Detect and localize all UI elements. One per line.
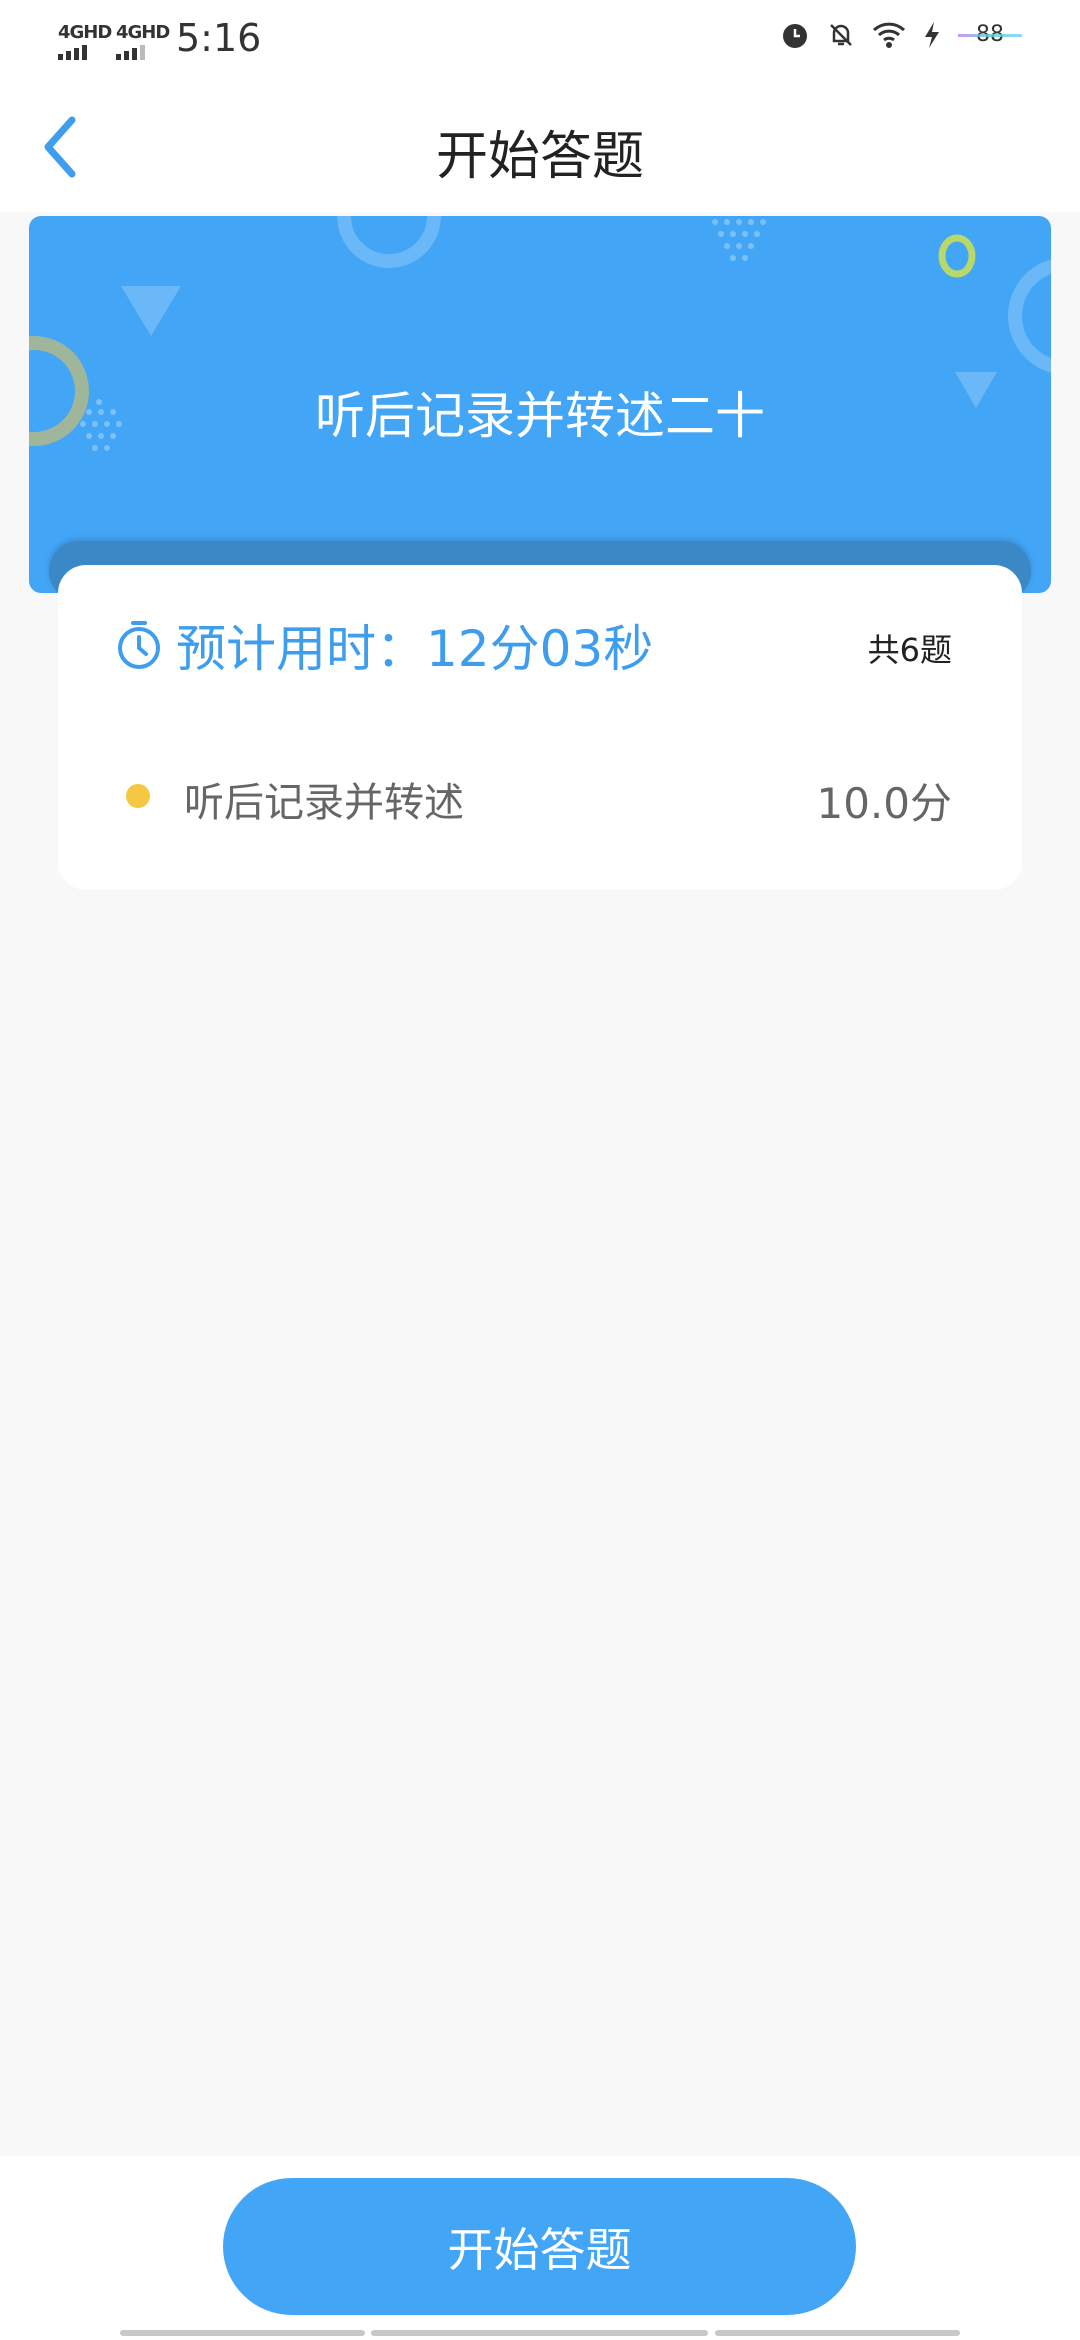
exam-info-card: 预计用时：12分03秒 共6题 听后记录并转述 10.0分 (58, 565, 1022, 890)
network-type-label: 4GHD (58, 22, 112, 43)
signal-icon: 4GHD (58, 22, 112, 60)
alarm-icon (783, 24, 807, 48)
status-bar: 4GHD 4GHD 5:16 88 (0, 0, 1080, 84)
battery-icon: 88 (958, 20, 1022, 50)
section-name: 听后记录并转述 (184, 780, 464, 826)
question-count: 共6题 (867, 631, 952, 669)
stopwatch-icon (118, 621, 160, 669)
decoration-ring-icon (337, 216, 441, 268)
charging-icon (925, 22, 939, 48)
decoration-ring-icon (1008, 259, 1051, 373)
bottom-bar: 开始答题 (0, 2156, 1080, 2340)
network-type-label: 4GHD (116, 22, 170, 43)
exam-banner: 听后记录并转述二十 (29, 216, 1051, 593)
bullet-dot-icon (126, 784, 150, 808)
home-indicator (120, 2330, 365, 2336)
decoration-ring-icon (938, 234, 976, 278)
nav-bar: 开始答题 (0, 84, 1080, 212)
battery-level: 88 (976, 22, 1004, 47)
bell-off-icon (830, 24, 852, 46)
status-icons: 88 (780, 20, 1022, 50)
wifi-icon (872, 22, 906, 48)
home-indicator (371, 2330, 708, 2336)
start-exam-button[interactable]: 开始答题 (223, 2178, 856, 2315)
estimated-time: 预计用时：12分03秒 (176, 620, 654, 678)
exam-title: 听后记录并转述二十 (315, 387, 765, 445)
page-title: 开始答题 (435, 127, 644, 187)
decoration-dots-icon (712, 219, 766, 261)
status-time: 5:16 (176, 16, 262, 60)
section-score: 10.0分 (816, 779, 952, 828)
signal-icon: 4GHD (116, 22, 170, 60)
decoration-triangle-icon (121, 286, 181, 336)
home-indicator (715, 2330, 960, 2336)
